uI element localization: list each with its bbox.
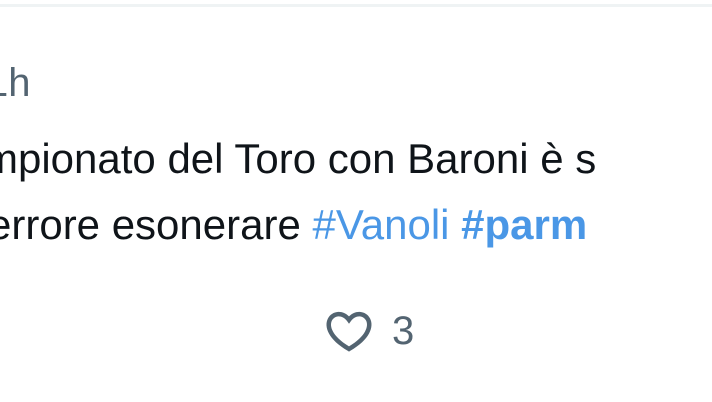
like-count: 3 <box>392 309 415 353</box>
like-button[interactable]: 3 <box>322 304 414 358</box>
heart-icon <box>326 311 372 352</box>
top-divider <box>0 4 712 7</box>
post-timestamp[interactable]: 1h <box>0 58 31 108</box>
post-text-line-2-prefix: errore esonerare <box>0 201 313 248</box>
post-action-bar: 3 <box>322 304 414 358</box>
post-text-line-1: mpionato del Toro con Baroni è s <box>0 135 597 182</box>
post-viewport: 1h mpionato del Toro con Baroni è s erro… <box>0 0 712 402</box>
post-text-line-2: errore esonerare #Vanoli #parm <box>0 199 587 251</box>
hashtag-vanoli-link[interactable]: #Vanoli <box>313 201 450 248</box>
hashtag-parm-link[interactable]: #parm <box>461 201 587 248</box>
